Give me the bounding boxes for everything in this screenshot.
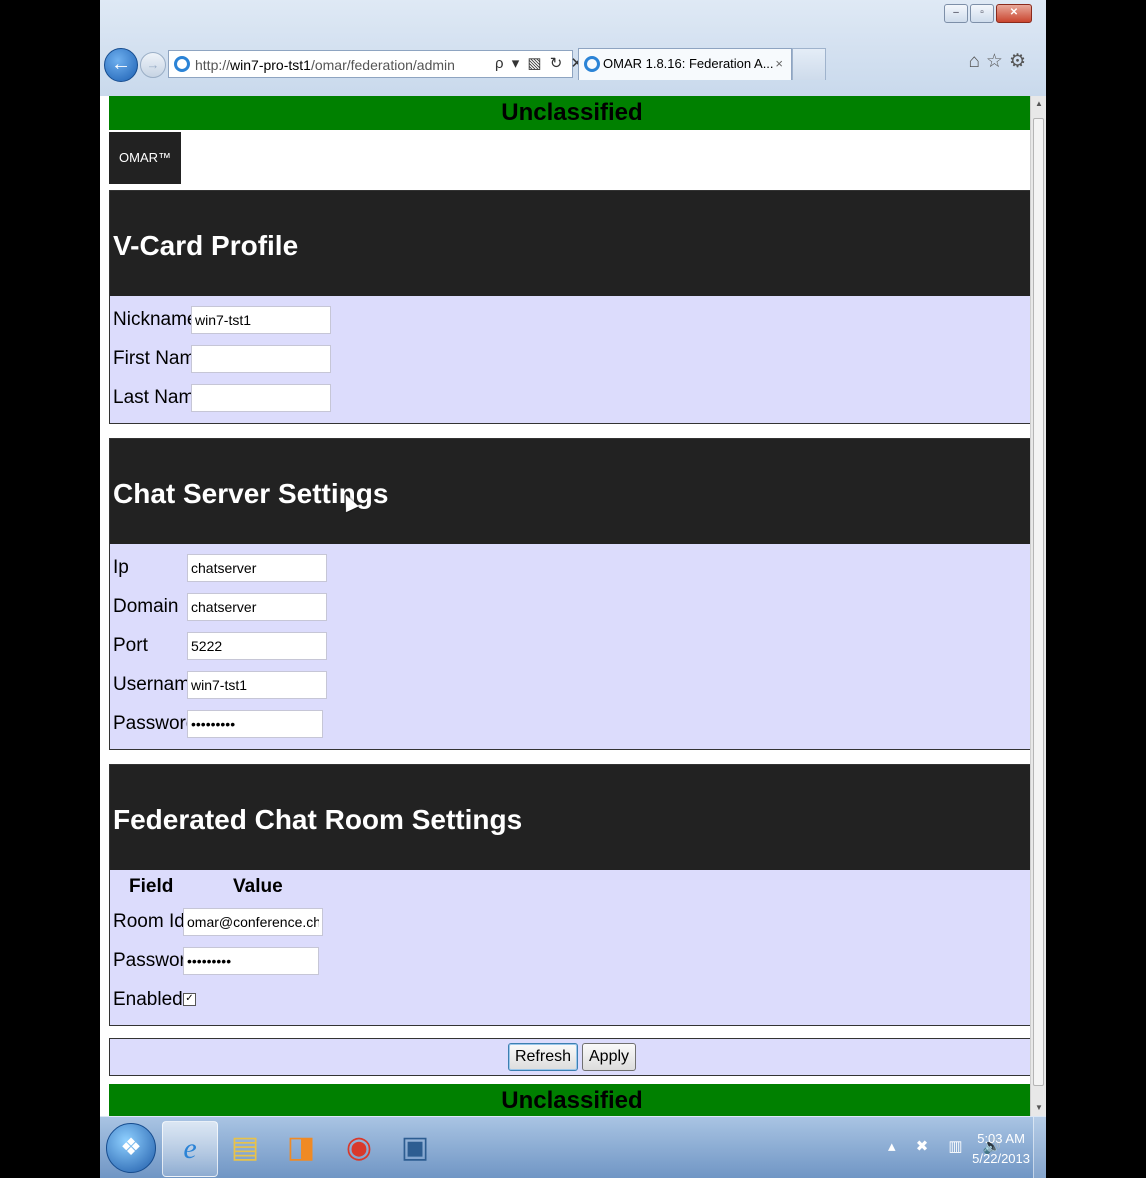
nickname-row: Nickname (113, 300, 1031, 339)
chat-server-fields: Ip Domain Port Username (110, 544, 1034, 749)
vertical-scrollbar[interactable]: ▲ ▼ (1030, 96, 1046, 1116)
back-arrow-icon[interactable]: ← (104, 48, 138, 82)
tab-close-icon[interactable]: × (775, 49, 783, 79)
clock-time: 5:03 AM (977, 1131, 1025, 1146)
minimize-button[interactable]: – (944, 4, 968, 23)
room-password-row: Password (113, 941, 1031, 980)
username-row: Username (113, 665, 1031, 704)
federated-room-title: Federated Chat Room Settings (110, 765, 1034, 870)
new-tab-button[interactable] (792, 48, 826, 80)
port-row: Port (113, 626, 1031, 665)
browser-tab[interactable]: OMAR 1.8.16: Federation A... × (578, 48, 792, 80)
window-app-icon[interactable]: ▣ (388, 1121, 442, 1175)
port-label: Port (113, 634, 148, 656)
browser-chrome: – ▫ ✕ ← → http://win7-pro-tst1/omar/fede… (100, 0, 1046, 97)
screen: – ▫ ✕ ← → http://win7-pro-tst1/omar/fede… (100, 0, 1046, 1178)
show-desktop-button[interactable] (1033, 1117, 1046, 1178)
domain-row: Domain (113, 587, 1031, 626)
ip-row: Ip (113, 548, 1031, 587)
field-column-header: Field (129, 876, 174, 897)
chrome-icon[interactable]: ◉ (332, 1121, 386, 1175)
refresh-button[interactable]: Refresh (507, 1043, 578, 1071)
scrollbar-thumb[interactable] (1033, 118, 1044, 1086)
value-column-header: Value (233, 876, 283, 897)
vcard-section: V-Card Profile Nickname First Name Last … (109, 190, 1035, 424)
last-name-input[interactable] (191, 383, 331, 412)
username-input[interactable] (187, 670, 327, 699)
window-buttons: – ▫ ✕ (942, 4, 1032, 23)
enabled-label: Enabled (113, 988, 183, 1010)
chat-server-title: Chat Server Settings (110, 439, 1034, 544)
server-password-input[interactable] (187, 709, 323, 738)
first-name-input[interactable] (191, 344, 331, 373)
room-id-label: Room Id (113, 910, 185, 932)
domain-label: Domain (113, 595, 179, 617)
server-password-label: Password (113, 712, 197, 734)
server-password-row: Password (113, 704, 1031, 743)
federated-room-fields: Field Value Room Id Password Enabled ✓ (110, 870, 1034, 1025)
first-name-row: First Name (113, 339, 1031, 378)
clock[interactable]: 5:03 AM 5/22/2013 (972, 1129, 1030, 1169)
vcard-fields: Nickname First Name Last Name (110, 296, 1034, 423)
system-tray: ▴ ✖ ▥ 🔊 5:03 AM 5/22/2013 (876, 1117, 1046, 1178)
address-prefix: http:// (195, 57, 231, 73)
home-favorites-tools-icons[interactable]: ⌂☆⚙ (968, 50, 1032, 73)
forward-arrow-icon[interactable]: → (140, 52, 166, 78)
address-path: /omar/federation/admin (310, 57, 455, 73)
last-name-label: Last Name (113, 386, 205, 408)
ip-label: Ip (113, 556, 129, 578)
file-explorer-icon[interactable]: ▤ (218, 1121, 272, 1175)
media-player-icon[interactable]: ◨ (274, 1121, 328, 1175)
clock-date: 5/22/2013 (972, 1151, 1030, 1166)
last-name-row: Last Name (113, 378, 1031, 417)
apply-button[interactable]: Apply (582, 1043, 637, 1071)
nickname-label: Nickname (113, 308, 198, 330)
tab-title: OMAR 1.8.16: Federation A... (603, 56, 774, 71)
room-password-label: Password (113, 949, 197, 971)
username-label: Username (113, 673, 201, 695)
page-content: Unclassified OMAR™ V-Card Profile Nickna… (109, 96, 1035, 1118)
taskbar: e ▤ ◨ ◉ ▣ ▴ ✖ ▥ 🔊 5:03 AM 5/22/2013 (100, 1116, 1046, 1178)
scroll-down-icon[interactable]: ▼ (1031, 1100, 1046, 1116)
address-tools-icons[interactable]: ρ ▾ ▧ ↻ ✕ (495, 50, 585, 78)
windows-start-icon[interactable] (106, 1123, 156, 1173)
room-id-row: Room Id (113, 902, 1031, 941)
field-value-header: Field Value (113, 872, 1031, 902)
scroll-up-icon[interactable]: ▲ (1031, 96, 1046, 112)
nickname-input[interactable] (191, 305, 331, 334)
vcard-title: V-Card Profile (110, 191, 1034, 296)
maximize-button[interactable]: ▫ (970, 4, 994, 23)
enabled-checkbox[interactable]: ✓ (183, 993, 196, 1006)
classification-banner-bottom: Unclassified (109, 1084, 1035, 1118)
federated-room-section: Federated Chat Room Settings Field Value… (109, 764, 1035, 1026)
ip-input[interactable] (187, 553, 327, 582)
room-id-input[interactable] (183, 907, 323, 936)
enabled-row: Enabled ✓ (113, 980, 1031, 1019)
close-window-button[interactable]: ✕ (996, 4, 1032, 23)
brand-logo[interactable]: OMAR™ (109, 132, 181, 184)
port-input[interactable] (187, 631, 327, 660)
ie-page-icon (174, 56, 190, 72)
ie-tab-icon (584, 56, 600, 72)
internet-explorer-icon[interactable]: e (162, 1121, 218, 1177)
domain-input[interactable] (187, 592, 327, 621)
first-name-label: First Name (113, 347, 206, 369)
address-host: win7-pro-tst1 (230, 57, 311, 73)
chat-server-section: Chat Server Settings Ip Domain Port (109, 438, 1035, 750)
room-password-input[interactable] (183, 946, 319, 975)
page-viewport: Unclassified OMAR™ V-Card Profile Nickna… (100, 96, 1046, 1118)
classification-banner-top: Unclassified (109, 96, 1035, 130)
actions-bar: Refresh Apply (109, 1038, 1035, 1076)
